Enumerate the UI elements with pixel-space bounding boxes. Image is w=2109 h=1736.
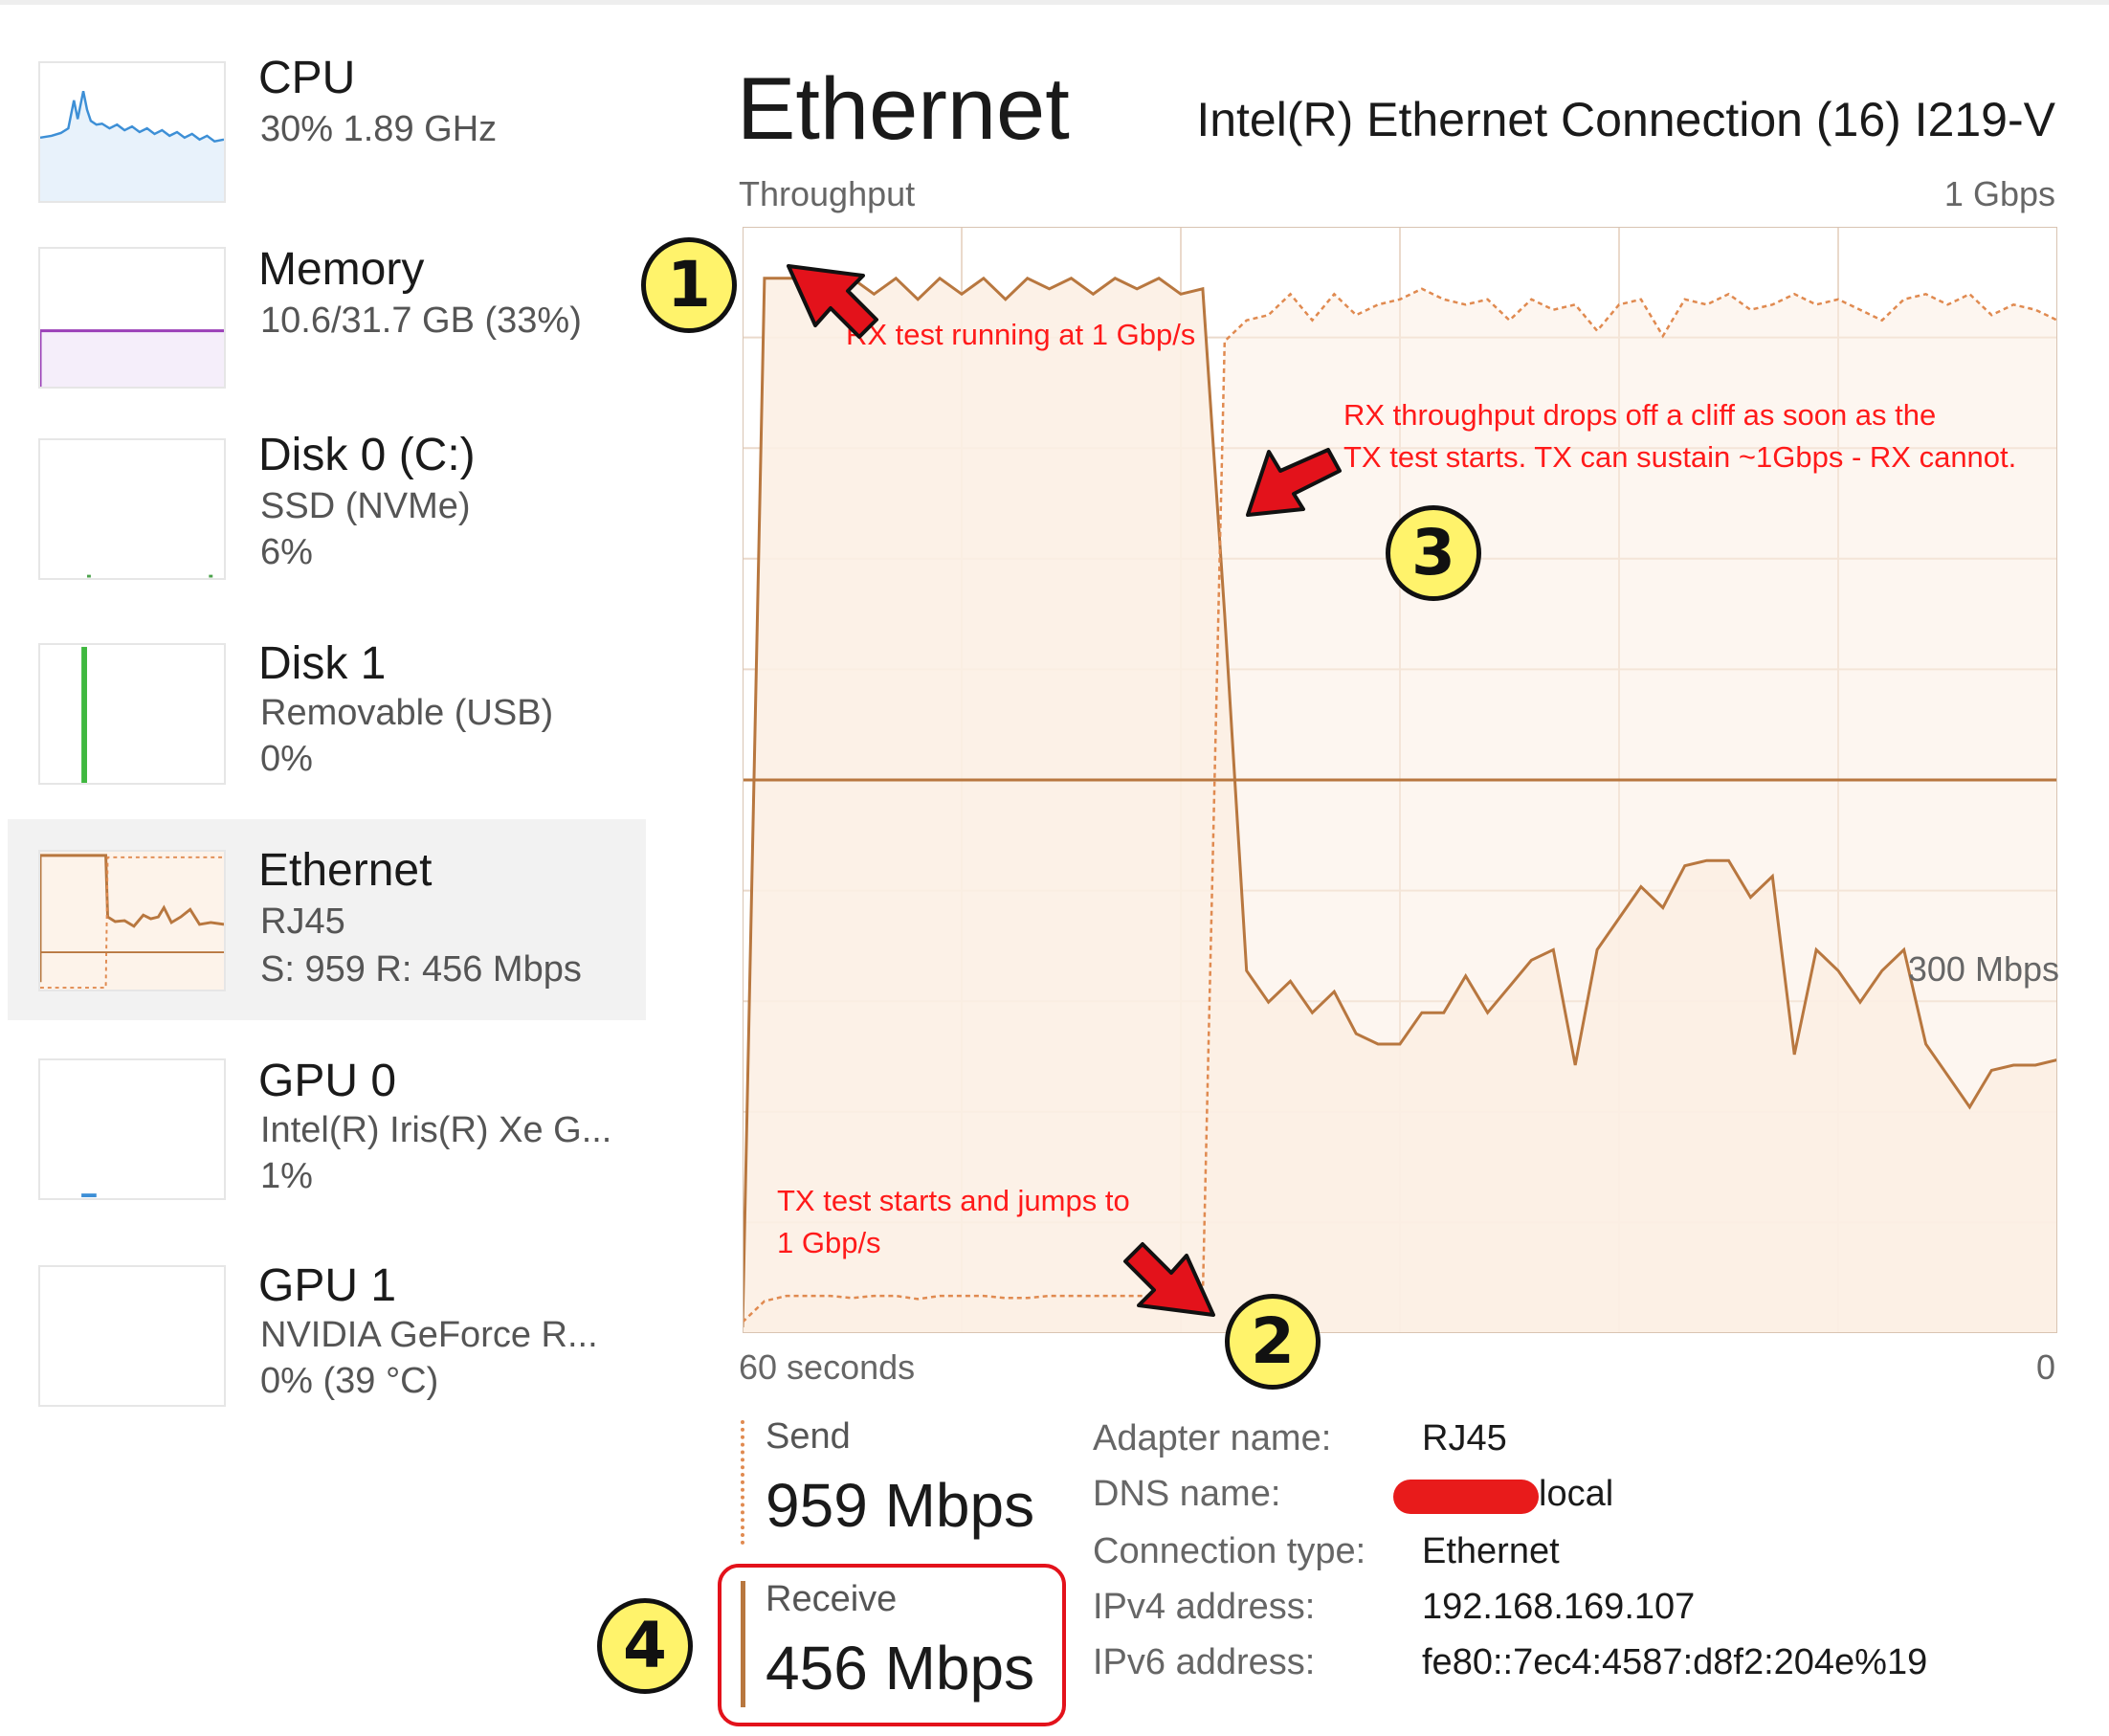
sidebar-item-usage: 0% (260, 739, 313, 779)
receive-label: Receive (766, 1579, 898, 1619)
sidebar-item-detail: NVIDIA GeForce R... (260, 1315, 598, 1355)
memory-thumbnail-graph (38, 247, 226, 389)
redaction-mark (1393, 1480, 1539, 1514)
sidebar-item-detail: Removable (USB) (260, 693, 554, 733)
arrow-icon-1 (787, 264, 878, 339)
sidebar-item-usage: 1% (260, 1156, 313, 1196)
chart-mid-label: 300 Mbps (1907, 949, 2059, 989)
arrow-icon-3 (1246, 448, 1342, 517)
annotation-badge-2: 2 (1225, 1294, 1321, 1390)
sidebar-item-usage: 6% (260, 532, 313, 572)
receive-value: 456 Mbps (766, 1634, 1035, 1703)
disk-1-thumbnail-graph (38, 643, 226, 785)
ipv4-address-label: IPv4 address: (1093, 1587, 1316, 1627)
annotation-note-3-line-2: TX test starts. TX can sustain ~1Gbps - … (1343, 440, 2017, 474)
ipv6-address-value: fe80::7ec4:4587:d8f2:204e%19 (1422, 1642, 1928, 1682)
sidebar-item-name: Disk 1 (258, 638, 387, 689)
sidebar-item-usage: S: 959 R: 456 Mbps (260, 949, 582, 990)
connection-type-value: Ethernet (1422, 1531, 1560, 1571)
gpu-1-thumbnail-graph (38, 1265, 226, 1407)
window-top-border (0, 0, 2109, 5)
sidebar-item-usage: 0% (39 °C) (260, 1361, 439, 1401)
sidebar-item-gpu-1[interactable]: GPU 1 NVIDIA GeForce R... 0% (39 °C) (8, 1246, 646, 1447)
annotation-note-1: RX test running at 1 Gbp/s (846, 318, 1196, 351)
dns-name-value: local (1539, 1474, 1614, 1514)
send-legend-marker (741, 1420, 744, 1545)
chart-max-label: 1 Gbps (1943, 174, 2055, 213)
chart-label: Throughput (739, 174, 916, 213)
annotation-badge-1: 1 (641, 237, 737, 333)
disk-0-thumbnail-graph (38, 438, 226, 580)
sidebar-item-disk-1[interactable]: Disk 1 Removable (USB) 0% (8, 626, 646, 827)
sidebar-item-cpu[interactable]: CPU 30% 1.89 GHz (8, 38, 646, 239)
page-title: Ethernet (737, 60, 1070, 158)
sidebar-item-name: Ethernet (258, 845, 433, 896)
ipv6-address-label: IPv6 address: (1093, 1642, 1316, 1682)
gpu-0-thumbnail-graph (38, 1058, 226, 1200)
sidebar-item-detail: SSD (NVMe) (260, 486, 471, 526)
sidebar-item-detail: 30% 1.89 GHz (260, 109, 498, 149)
sidebar-item-name: Memory (258, 244, 425, 295)
adapter-model-name: Intel(R) Ethernet Connection (16) I219-V (1196, 93, 2055, 146)
annotation-note-2-line-2: 1 Gbp/s (777, 1226, 881, 1259)
send-label: Send (766, 1416, 851, 1457)
annotation-badge-3: 3 (1386, 505, 1481, 601)
chart-time-right-label: 0 (2035, 1347, 2055, 1387)
ethernet-thumbnail-graph (38, 850, 226, 991)
receive-legend-marker (741, 1581, 745, 1707)
sidebar-item-gpu-0[interactable]: GPU 0 Intel(R) Iris(R) Xe G... 1% (8, 1039, 646, 1240)
sidebar-item-detail: Intel(R) Iris(R) Xe G... (260, 1110, 612, 1150)
cpu-thumbnail-graph (38, 61, 226, 203)
ipv4-address-value: 192.168.169.107 (1422, 1587, 1696, 1627)
sidebar-item-detail: RJ45 (260, 901, 345, 942)
adapter-name-value: RJ45 (1422, 1418, 1507, 1458)
sidebar-item-name: GPU 0 (258, 1056, 397, 1106)
arrow-icon-2 (1123, 1242, 1215, 1317)
connection-type-label: Connection type: (1093, 1531, 1366, 1571)
sidebar-item-name: CPU (258, 53, 356, 103)
sidebar-item-ethernet[interactable]: Ethernet RJ45 S: 959 R: 456 Mbps (8, 819, 646, 1020)
adapter-name-label: Adapter name: (1093, 1418, 1332, 1458)
annotation-note-3-line-1: RX throughput drops off a cliff as soon … (1343, 398, 1937, 432)
throughput-chart (743, 227, 2057, 1333)
sidebar-item-disk-0[interactable]: Disk 0 (C:) SSD (NVMe) 6% (8, 419, 646, 620)
send-value: 959 Mbps (766, 1471, 1035, 1540)
annotation-badge-4: 4 (597, 1598, 693, 1694)
sidebar-item-name: GPU 1 (258, 1260, 397, 1311)
annotation-note-2-line-1: TX test starts and jumps to (777, 1184, 1130, 1217)
sidebar-item-detail: 10.6/31.7 GB (33%) (260, 300, 582, 341)
sidebar-item-name: Disk 0 (C:) (258, 430, 476, 480)
sidebar-item-memory[interactable]: Memory 10.6/31.7 GB (33%) (8, 228, 646, 429)
dns-name-label: DNS name: (1093, 1474, 1281, 1514)
chart-time-left-label: 60 seconds (739, 1347, 916, 1387)
